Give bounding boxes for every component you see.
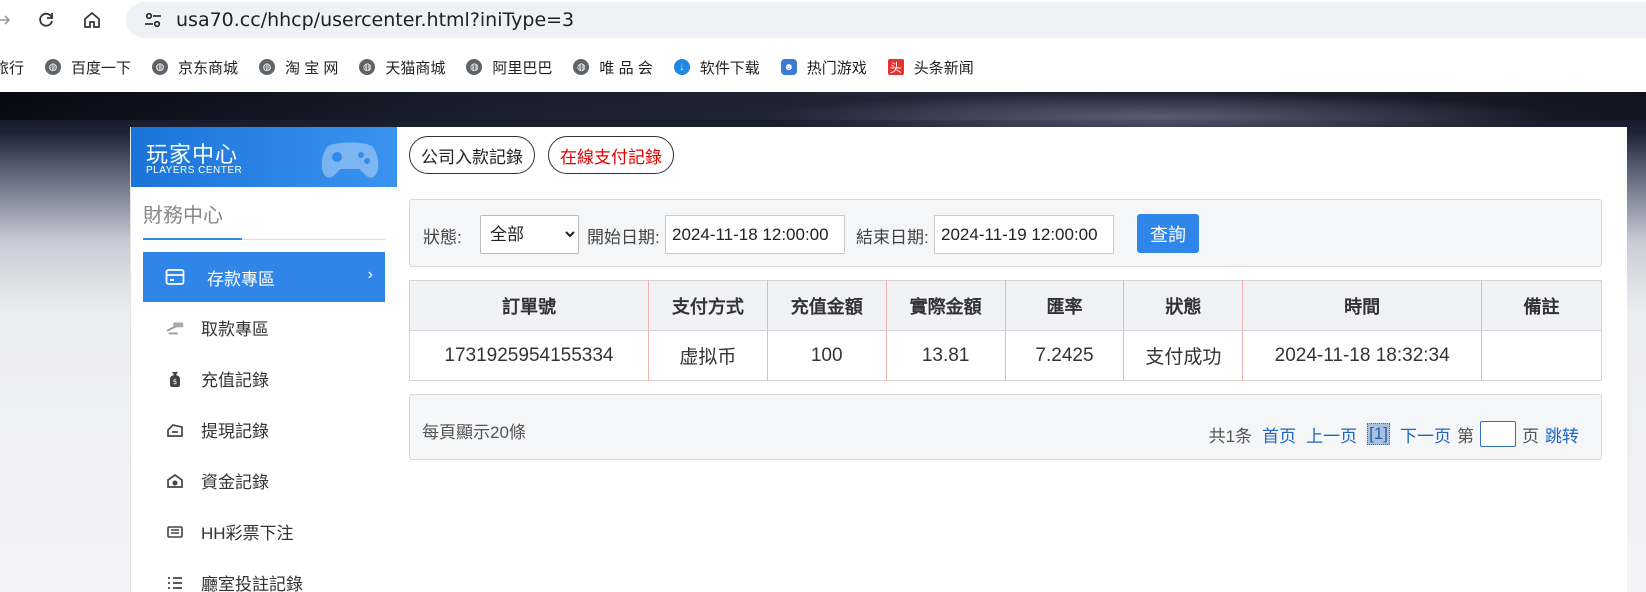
globe-icon: ◍: [573, 59, 590, 75]
status-cell: 支付成功: [1123, 330, 1244, 381]
page-prefix: 第: [1457, 426, 1474, 446]
tab-online-payment[interactable]: 在線支付記錄: [548, 136, 674, 174]
forward-icon[interactable]: [0, 6, 18, 34]
column-header: 訂單號: [409, 280, 649, 331]
globe-icon: ◍: [152, 59, 169, 75]
start-date-label: 開始日期:: [587, 228, 660, 247]
site-settings-icon[interactable]: [142, 9, 164, 31]
record-tabs: 公司入款記錄 在線支付記錄: [409, 136, 687, 174]
globe-icon: ◍: [466, 59, 483, 75]
sidebar-header: 玩家中心 PLAYERS CENTER: [131, 127, 397, 187]
current-page[interactable]: [1]: [1367, 423, 1390, 445]
column-header: 實際金額: [886, 280, 1006, 331]
payment-method-cell: 虚拟币: [648, 330, 768, 381]
sidebar-item-withdraw[interactable]: 取款專區: [143, 302, 385, 353]
end-date-label: 結束日期:: [856, 228, 929, 247]
bookmark-games[interactable]: ☻ 热门游戏: [780, 57, 867, 78]
svg-text:$: $: [173, 378, 177, 386]
remark-cell: [1482, 331, 1602, 381]
prev-page-link[interactable]: 上一页: [1306, 422, 1357, 447]
sidebar-item-recharge-records[interactable]: $ 充值記錄: [143, 353, 385, 404]
browser-toolbar: usa70.cc/hhcp/usercenter.html?iniType=3: [0, 0, 1646, 40]
url-text[interactable]: usa70.cc/hhcp/usercenter.html?iniType=3: [176, 9, 574, 31]
query-button[interactable]: 查詢: [1137, 214, 1199, 253]
globe-icon: ◍: [359, 59, 376, 75]
players-center-sidebar: 玩家中心 PLAYERS CENTER 財務中心 存款專區 › 取款專區 $ 充…: [130, 127, 397, 592]
next-page-link[interactable]: 下一页: [1400, 422, 1451, 447]
main-content: 公司入款記錄 在線支付記錄 狀態: 全部 開始日期: 結束日期: 查詢 訂單號 …: [397, 127, 1627, 592]
bookmark-alibaba[interactable]: ◍ 阿里巴巴: [466, 57, 552, 78]
time-cell: 2024-11-18 18:32:34: [1242, 330, 1483, 381]
sidebar-item-label: 提現記錄: [201, 422, 269, 441]
column-header: 時間: [1242, 280, 1483, 331]
pagination-bar: 每頁顯示20條 共1条 首页 上一页 [1] 下一页 第 页 跳转: [409, 394, 1602, 460]
card-icon: [165, 267, 185, 287]
sidebar-item-label: 廳室投註記錄: [201, 575, 303, 592]
sidebar-section-title: 財務中心: [143, 199, 385, 240]
total-count: 共1条: [1208, 426, 1253, 446]
globe-icon: ◍: [259, 59, 276, 75]
gamepad-icon: [321, 142, 379, 178]
status-select[interactable]: 全部: [480, 215, 579, 254]
end-date-input[interactable]: [934, 215, 1114, 254]
withdraw-icon: [165, 420, 185, 440]
sidebar-item-deposit[interactable]: 存款專區 ›: [143, 252, 385, 302]
bookmark-jd[interactable]: ◍ 京东商城: [152, 57, 238, 78]
sidebar-item-label: 取款專區: [201, 320, 269, 339]
cash-icon: [165, 318, 185, 338]
sidebar-item-label: 資金記錄: [201, 473, 269, 492]
sidebar-menu: 存款專區 › 取款專區 $ 充值記錄 提現記錄 資金記錄 HH彩票下注 廳室投註…: [131, 252, 397, 592]
bookmark-tmall[interactable]: ◍ 天猫商城: [359, 57, 445, 78]
recharge-amount-cell: 100: [767, 330, 887, 381]
table-row: 1731925954155334 虚拟币 100 13.81 7.2425 支付…: [409, 330, 1602, 381]
filter-bar: 狀態: 全部 開始日期: 結束日期: 查詢: [409, 199, 1602, 267]
page-number-input[interactable]: [1480, 421, 1516, 447]
game-icon: ☻: [780, 59, 797, 75]
column-header: 支付方式: [648, 280, 768, 331]
first-page-link[interactable]: 首页: [1262, 422, 1296, 447]
sidebar-item-label: 存款專區: [207, 269, 275, 289]
actual-amount-cell: 13.81: [886, 330, 1006, 381]
jump-link[interactable]: 跳转: [1545, 422, 1579, 447]
list-icon: [165, 573, 185, 592]
funds-icon: [165, 471, 185, 491]
status-label: 狀態:: [423, 228, 462, 247]
sidebar-item-funds-records[interactable]: 資金記錄: [143, 455, 385, 506]
address-bar[interactable]: usa70.cc/hhcp/usercenter.html?iniType=3: [126, 2, 1646, 38]
column-header: 匯率: [1005, 280, 1125, 331]
tab-company-deposit[interactable]: 公司入款記錄: [409, 136, 535, 174]
table-header-row: 訂單號 支付方式 充值金額 實際金額 匯率 狀態 時間 備註: [409, 280, 1602, 331]
column-header: 狀態: [1123, 280, 1244, 331]
download-icon: ↓: [673, 59, 690, 75]
order-number-cell: 1731925954155334: [409, 330, 649, 381]
sidebar-item-hh-lottery[interactable]: HH彩票下注: [143, 506, 385, 557]
sidebar-item-label: HH彩票下注: [201, 524, 294, 543]
bookmark-vip[interactable]: ◍ 唯 品 会: [573, 57, 653, 78]
globe-icon: ◍: [45, 59, 62, 75]
start-date-input[interactable]: [665, 215, 845, 254]
sidebar-header-subtitle: PLAYERS CENTER: [146, 165, 243, 176]
toutiao-icon: 头: [887, 59, 904, 75]
chevron-right-icon: ›: [367, 266, 373, 283]
exchange-rate-cell: 7.2425: [1005, 330, 1125, 381]
home-icon[interactable]: [78, 6, 106, 34]
sidebar-item-withdraw-records[interactable]: 提現記錄: [143, 404, 385, 455]
bookmark-travel[interactable]: 旅行: [0, 57, 24, 78]
bookmark-software[interactable]: ↓ 软件下载: [673, 57, 760, 78]
bookmarks-bar: 旅行 ◍ 百度一下 ◍ 京东商城 ◍ 淘 宝 网 ◍ 天猫商城 ◍ 阿里巴巴 ◍ 唯 品 会…: [0, 52, 995, 82]
bookmark-taobao[interactable]: ◍ 淘 宝 网: [259, 57, 338, 78]
sidebar-item-label: 充值記錄: [201, 371, 269, 390]
bookmark-toutiao[interactable]: 头头条新闻: [887, 57, 974, 78]
reload-icon[interactable]: [32, 6, 60, 34]
pagination-nav: 共1条 首页 上一页 [1] 下一页 第 页 跳转: [1209, 421, 1579, 447]
per-page-text: 每頁顯示20條: [422, 423, 526, 442]
page-suffix: 页: [1522, 426, 1539, 446]
ticket-icon: [165, 522, 185, 542]
moneybag-icon: $: [165, 369, 185, 389]
sidebar-item-hall-bets[interactable]: 廳室投註記錄: [143, 557, 385, 592]
bookmark-baidu[interactable]: ◍ 百度一下: [45, 57, 131, 78]
column-header: 充值金額: [767, 280, 887, 331]
column-header: 備註: [1481, 280, 1602, 331]
payment-records-table: 訂單號 支付方式 充值金額 實際金額 匯率 狀態 時間 備註 173192595…: [409, 280, 1602, 381]
